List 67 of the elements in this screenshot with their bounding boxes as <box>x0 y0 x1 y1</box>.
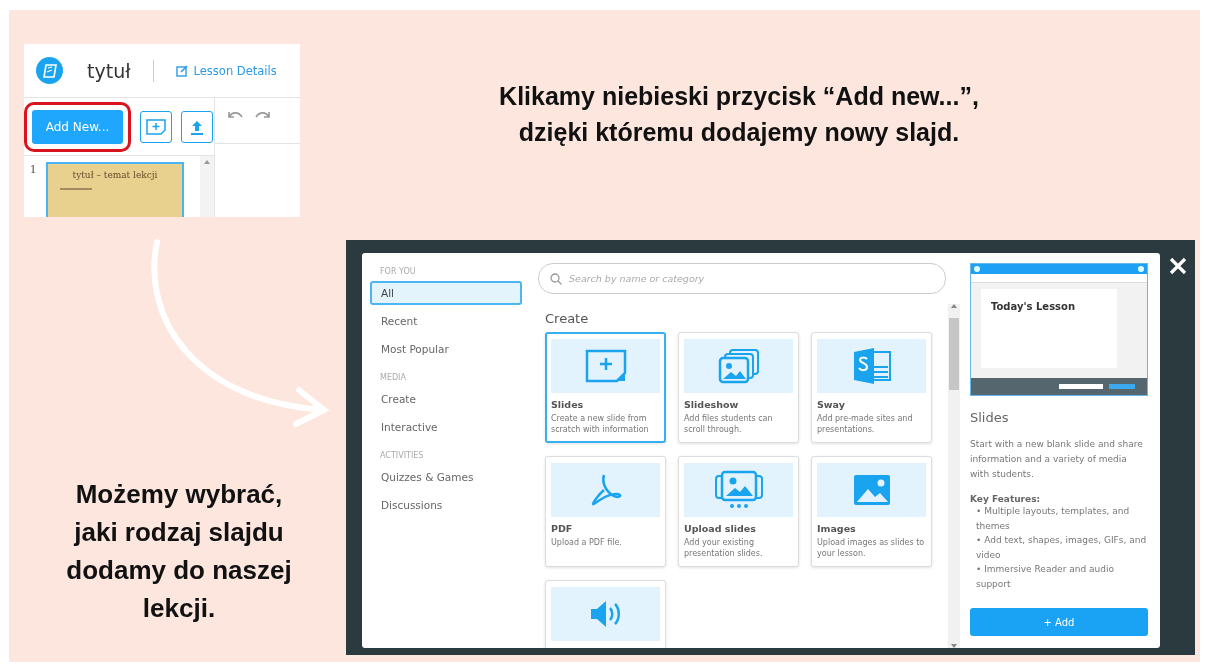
instruction-text: Możemy wybrać, jaki rodzaj slajdu dodamy do naszej lekcji. <box>66 479 292 623</box>
slide-type-card[interactable]: Sway Add pre-made sites and presentations. <box>811 332 932 443</box>
slide-number: 1 <box>30 162 36 178</box>
slide-type-card[interactable]: Slideshow Add files students can scroll through. <box>678 332 799 443</box>
card-title: PDF <box>551 523 574 534</box>
scroll-down-icon[interactable] <box>951 644 957 648</box>
lesson-details-label: Lesson Details <box>193 63 277 78</box>
document-s-icon <box>851 347 892 385</box>
add-slide-button[interactable] <box>140 110 172 143</box>
feature-item: • Immersive Reader and audio support <box>975 563 1115 591</box>
card-title: Sway <box>817 399 846 410</box>
feature-item: • Add text, shapes, images, GIFs, and video <box>975 534 1148 562</box>
slide-carousel-icon <box>713 470 764 510</box>
card-title: Slides <box>551 399 585 410</box>
card-title: Images <box>817 523 857 534</box>
slide-type-card[interactable]: Upload slides Add your existing presentation slides. <box>678 456 799 567</box>
card-description: Add files students can scroll through. <box>684 413 774 435</box>
instruction-text: Klikamy niebieski przycisk “Add new...”, dzięki któremu dodajemy nowy slajd. <box>499 82 979 146</box>
scrollbar[interactable] <box>948 304 960 648</box>
upload-button[interactable] <box>181 110 213 143</box>
card-description: Create a new slide from scratch with information <box>551 413 650 435</box>
card-description: Upload a PDF file. <box>551 537 623 548</box>
slide-type-card[interactable]: Slides Create a new slide from scratch with information <box>545 332 666 443</box>
slide-type-card[interactable]: Images Upload images as slides to your lesson. <box>811 456 932 567</box>
close-icon[interactable] <box>1168 257 1187 275</box>
sidebar-item[interactable]: Create <box>370 387 522 411</box>
sidebar-item[interactable]: Most Popular <box>370 337 522 361</box>
preview-slide-title: Today's Lesson <box>991 301 1076 312</box>
lesson-title: tytuł <box>87 59 131 82</box>
card-title: Slideshow <box>684 399 740 410</box>
section-title: Create <box>545 311 590 326</box>
scroll-up-icon[interactable] <box>951 304 957 308</box>
pdf-icon <box>589 473 622 507</box>
edit-icon <box>175 64 188 77</box>
search-field[interactable]: Search by name or category <box>538 263 946 294</box>
sidebar-item[interactable]: All <box>370 281 522 305</box>
preview-description: Start with a new blank slide and share information and a variety of media with students. <box>970 438 1144 481</box>
slide-thumbnail[interactable]: tytuł – temat lekcji <box>46 162 184 217</box>
scroll-up-icon <box>204 160 210 164</box>
sidebar-item[interactable]: Interactive <box>370 415 522 439</box>
slide-type-card[interactable]: PDF Upload a PDF file. <box>545 456 666 567</box>
card-title: Upload slides <box>684 523 757 534</box>
upload-icon <box>190 118 204 135</box>
sidebar-heading: ACTIVITIES <box>380 451 425 460</box>
app-logo-icon <box>36 57 63 84</box>
features-heading: Key Features: <box>970 494 1042 504</box>
card-description: Add pre-made sites and presentations. <box>817 413 914 435</box>
card-description: Upload images as slides to your lesson. <box>817 537 926 559</box>
sidebar-item[interactable]: Discussions <box>370 493 522 517</box>
add-slide-icon <box>583 348 628 384</box>
undo-icon <box>227 110 243 120</box>
preview-title: Slides <box>970 410 1010 425</box>
sidebar-item[interactable]: Quizzes & Games <box>370 465 522 489</box>
scrollbar-thumb[interactable] <box>949 318 959 390</box>
sidebar-item[interactable]: Recent <box>370 309 522 333</box>
sidebar-heading: MEDIA <box>380 373 407 382</box>
slide-thumbnail-title: tytuł – temat lekcji <box>72 170 158 180</box>
sidebar-heading: FOR YOU <box>380 267 417 276</box>
image-icon <box>852 474 891 506</box>
add-slide-icon <box>146 118 166 135</box>
subtitle-line <box>60 188 92 190</box>
speaker-icon <box>588 599 623 629</box>
search-icon <box>550 273 562 285</box>
card-description: Add your existing presentation slides. <box>684 537 764 559</box>
image-stack-icon <box>717 348 760 384</box>
redo-icon <box>255 110 271 120</box>
feature-item: • Multiple layouts, templates, and themes <box>975 505 1131 533</box>
